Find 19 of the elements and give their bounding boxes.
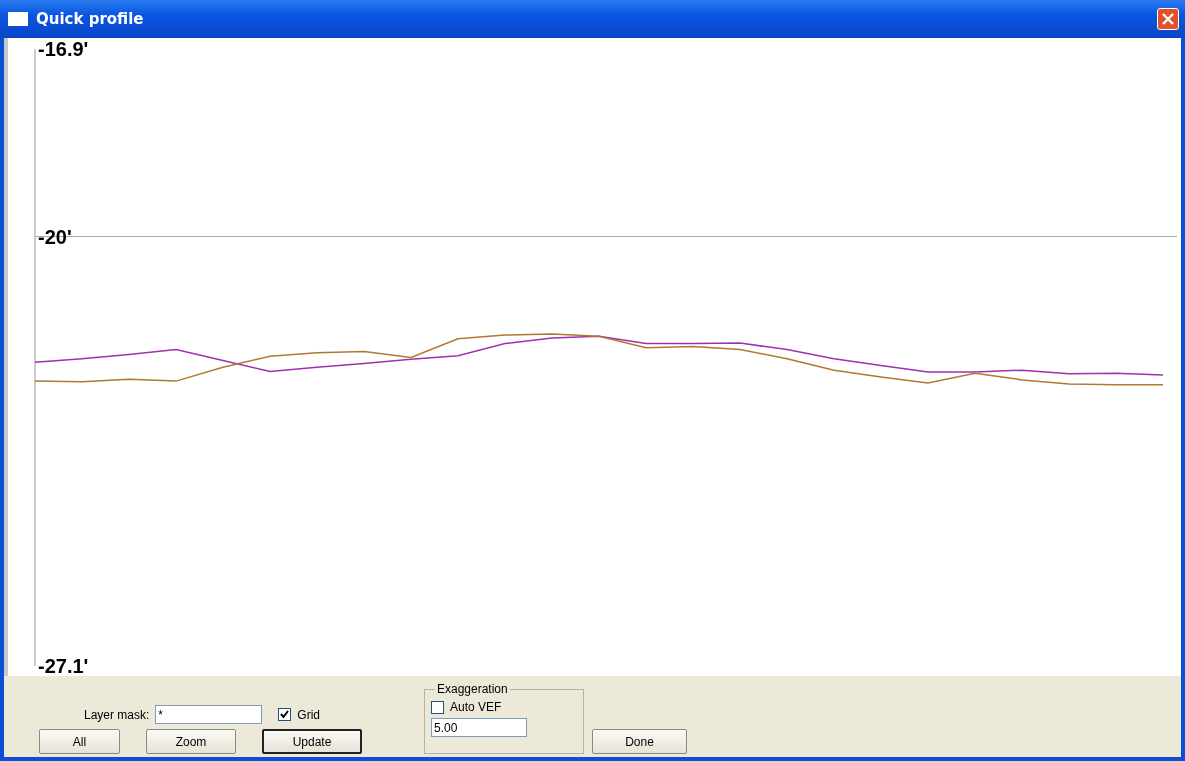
- tick-label: -20': [38, 225, 72, 248]
- layer-mask-field[interactable]: *: [155, 705, 263, 724]
- checkbox-label: Grid: [297, 707, 321, 722]
- close-icon: [1162, 13, 1174, 25]
- group-title: Exaggeration: [436, 682, 509, 696]
- done-button[interactable]: Done: [592, 729, 687, 754]
- window-icon: [8, 12, 28, 26]
- checkbox[interactable]: [431, 700, 444, 714]
- checkbox-label: Auto VEF: [450, 700, 502, 714]
- toolbar-button[interactable]: Zoom: [146, 729, 236, 754]
- checkbox[interactable]: [278, 708, 292, 721]
- toolbar-button[interactable]: Update: [262, 729, 362, 754]
- toolbar-button[interactable]: All: [39, 729, 120, 754]
- window-title: Quick profile: [36, 10, 145, 28]
- tick-label: -16.9': [38, 38, 89, 60]
- exaggeration-field[interactable]: 5.00: [431, 718, 527, 737]
- field-label: Layer mask:: [84, 707, 150, 722]
- tick-label: -27.1': [38, 655, 89, 676]
- close-button[interactable]: [1157, 8, 1179, 30]
